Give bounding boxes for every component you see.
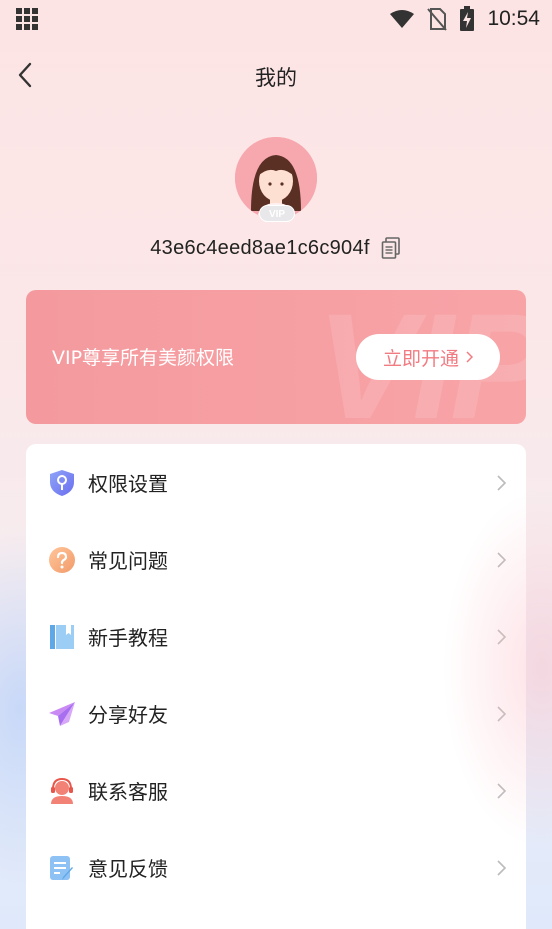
chevron-right-icon (497, 628, 507, 645)
no-sim-icon (427, 8, 448, 31)
user-id: 43e6c4eed8ae1c6c904f (150, 236, 370, 259)
menu-item-contact-support[interactable]: 联系客服 (26, 752, 526, 829)
question-icon (48, 546, 76, 574)
vip-banner-text: VIP尊享所有美颜权限 (52, 347, 235, 369)
menu-item-label: 新手教程 (88, 626, 168, 650)
top-bar: 我的 (0, 50, 552, 100)
book-icon (48, 623, 76, 651)
activate-vip-label: 立即开通 (382, 347, 459, 370)
vip-banner[interactable]: VIP VIP尊享所有美颜权限 立即开通 (26, 290, 526, 424)
activate-vip-button[interactable]: 立即开通 (356, 334, 500, 380)
chevron-right-icon (497, 705, 507, 722)
avatar[interactable]: VIP (235, 137, 317, 222)
customer-service-icon (48, 777, 76, 805)
user-id-row: 43e6c4eed8ae1c6c904f (0, 236, 552, 260)
chevron-right-icon (466, 351, 473, 363)
chevron-right-icon (497, 782, 507, 799)
menu-item-feedback[interactable]: 意见反馈 (26, 829, 526, 906)
status-bar: 10:54 (0, 0, 552, 38)
chevron-right-icon (497, 474, 507, 491)
menu-item-permissions[interactable]: 权限设置 (26, 444, 526, 521)
shield-key-icon (48, 469, 76, 497)
menu-item-label: 权限设置 (88, 472, 168, 496)
page-title: 我的 (255, 66, 297, 90)
avatar-vip-badge: VIP (259, 205, 295, 222)
menu-list: 权限设置 常见问题 新手教程 分享好友 联系客服 意见反馈 (26, 444, 526, 929)
menu-item-label: 常见问题 (88, 549, 168, 573)
chevron-right-icon (497, 551, 507, 568)
paper-plane-icon (48, 700, 76, 728)
menu-item-label: 联系客服 (88, 780, 168, 804)
feedback-icon (48, 854, 76, 882)
battery-charging-icon (460, 6, 475, 31)
menu-item-faq[interactable]: 常见问题 (26, 521, 526, 598)
menu-item-tutorial[interactable]: 新手教程 (26, 598, 526, 675)
copy-button[interactable] (380, 236, 402, 260)
status-icons: 10:54 (389, 6, 540, 32)
chevron-right-icon (497, 859, 507, 876)
status-time: 10:54 (487, 7, 540, 30)
apps-grid-icon (16, 8, 40, 30)
menu-item-share[interactable]: 分享好友 (26, 675, 526, 752)
menu-item-label: 分享好友 (88, 703, 168, 727)
wifi-icon (390, 10, 415, 28)
menu-item-label: 意见反馈 (88, 857, 168, 881)
copy-icon (381, 237, 400, 259)
